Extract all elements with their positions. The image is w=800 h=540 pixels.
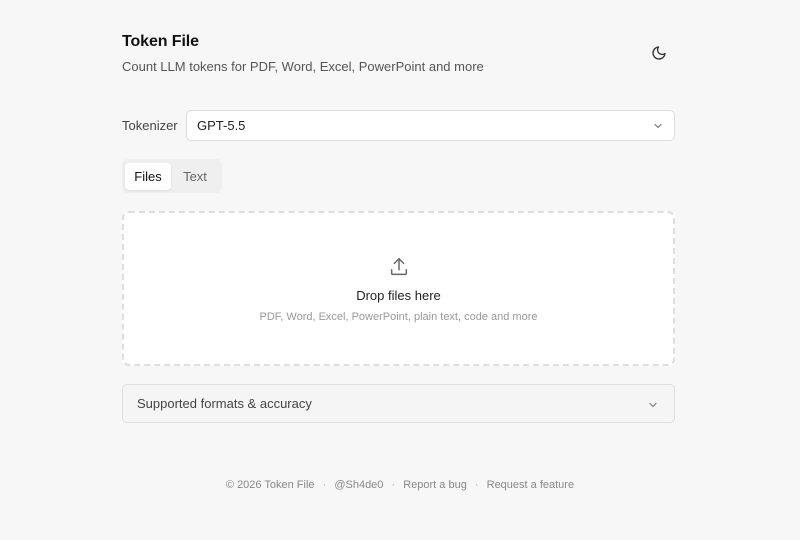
footer: © 2026 Token File · @Sh4de0 · Report a b… [0, 479, 800, 491]
tokenizer-selected-value: GPT-5.5 [197, 118, 246, 133]
footer-copyright: © 2026 Token File [225, 479, 315, 491]
header: Token File Count LLM tokens for PDF, Wor… [122, 33, 484, 74]
dropzone-title: Drop files here [356, 288, 441, 303]
app-page: Token File Count LLM tokens for PDF, Wor… [0, 0, 800, 540]
dropzone-subtitle: PDF, Word, Excel, PowerPoint, plain text… [259, 311, 538, 323]
tokenizer-select[interactable]: GPT-5.5 [186, 110, 675, 141]
supported-formats-accordion[interactable]: Supported formats & accuracy [122, 384, 675, 423]
accordion-label: Supported formats & accuracy [137, 396, 312, 411]
footer-handle-link[interactable]: @Sh4de0 [334, 479, 383, 491]
file-dropzone[interactable]: Drop files here PDF, Word, Excel, PowerP… [122, 211, 675, 366]
report-bug-link[interactable]: Report a bug [403, 479, 467, 491]
footer-separator: · [322, 479, 327, 491]
theme-toggle-button[interactable] [646, 40, 672, 66]
moon-icon [652, 46, 666, 60]
request-feature-link[interactable]: Request a feature [487, 479, 574, 491]
tokenizer-row: Tokenizer GPT-5.5 [122, 109, 675, 142]
tokenizer-label: Tokenizer [122, 118, 178, 133]
tab-files[interactable]: Files [125, 162, 171, 190]
footer-separator: · [474, 479, 479, 491]
page-subtitle: Count LLM tokens for PDF, Word, Excel, P… [122, 59, 484, 74]
tab-text[interactable]: Text [171, 163, 219, 190]
upload-icon [390, 258, 408, 276]
footer-separator: · [391, 479, 396, 491]
mode-tabs: Files Text [122, 159, 222, 193]
chevron-down-icon [654, 123, 662, 129]
chevron-down-icon [649, 402, 657, 408]
page-title: Token File [122, 33, 199, 50]
